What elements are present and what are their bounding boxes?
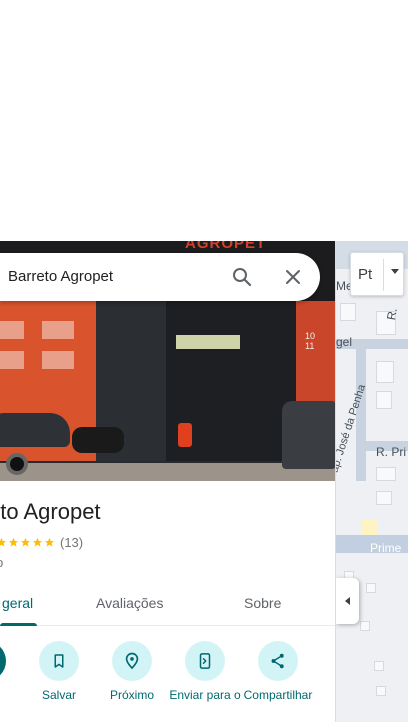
- map-building: [374, 661, 384, 671]
- action-circle: [185, 641, 225, 681]
- map-label: R. Pri: [376, 445, 406, 459]
- photo-object: [178, 423, 192, 447]
- action-circle: [258, 641, 298, 681]
- photo-truck: [282, 401, 335, 469]
- search-input[interactable]: Barreto Agropet: [8, 268, 113, 285]
- map-building: [376, 361, 394, 383]
- action-label: Próximo: [109, 688, 154, 702]
- chevron-down-icon[interactable]: [391, 269, 399, 274]
- place-panel: AGROPET 1011 Barreto Agropet to Agropet …: [0, 241, 336, 722]
- photo-motorcycle: [72, 427, 124, 453]
- layer-button-label: Pt: [358, 265, 373, 283]
- tab-reviews[interactable]: Avaliações: [96, 595, 163, 611]
- photo-wheel: [6, 453, 28, 475]
- save-button[interactable]: Salvar: [22, 641, 96, 703]
- star-icon: [0, 537, 7, 547]
- tab-indicator: [0, 623, 37, 626]
- bookmark-icon: [54, 654, 64, 668]
- photo-car: [0, 413, 70, 447]
- action-circle: [39, 641, 79, 681]
- divider: [383, 259, 384, 291]
- map-canvas[interactable]: Me R. gel R. Cap. José da Penha R. Pri P…: [336, 241, 408, 722]
- rating-row[interactable]: (13): [0, 534, 83, 550]
- app-root: Me R. gel R. Cap. José da Penha R. Pri P…: [0, 0, 408, 722]
- place-tabs: geral Avaliações Sobre: [0, 578, 335, 626]
- map-street-label: Prime: [370, 541, 402, 555]
- share-button[interactable]: Compartilhar: [241, 641, 315, 703]
- photo-light: [176, 335, 240, 349]
- photo-window: [42, 321, 74, 339]
- star-icon: [20, 537, 31, 547]
- photo-window: [0, 321, 24, 339]
- review-count[interactable]: (13): [60, 535, 83, 550]
- search-icon[interactable]: [230, 265, 254, 289]
- share-icon: [271, 653, 284, 669]
- star-icon: [32, 537, 43, 547]
- action-label: Salvar: [41, 688, 76, 702]
- collapse-panel-button[interactable]: [336, 578, 359, 624]
- map-building: [376, 491, 392, 505]
- map-building: [376, 686, 386, 696]
- store-sign: AGROPET: [185, 241, 267, 252]
- place-category[interactable]: p: [0, 555, 3, 570]
- map-building: [340, 303, 356, 321]
- map-building: [366, 583, 376, 593]
- star-icon: [44, 537, 55, 547]
- nearby-icon: [125, 652, 139, 670]
- map-label: gel: [336, 335, 353, 349]
- map-building: [376, 467, 396, 481]
- map-area: [362, 519, 378, 535]
- chevron-left-icon: [345, 597, 350, 605]
- action-label: s: [0, 688, 23, 703]
- tab-about[interactable]: Sobre: [244, 595, 281, 611]
- building-number: 1011: [305, 331, 316, 351]
- map-building: [360, 621, 370, 631]
- photo-window: [0, 351, 24, 369]
- send-to-phone-button[interactable]: Enviar para o: [168, 641, 242, 703]
- map-layer-button[interactable]: Pt: [350, 252, 404, 296]
- action-label: Compartilhar: [243, 688, 313, 702]
- search-bar[interactable]: Barreto Agropet: [0, 253, 320, 301]
- action-label: Enviar para o: [169, 688, 241, 702]
- directions-button[interactable]: s: [0, 641, 23, 703]
- map-label: R.: [384, 306, 400, 322]
- send-to-phone-icon: [199, 653, 211, 669]
- directions-icon: [0, 641, 6, 681]
- close-icon[interactable]: [281, 265, 305, 289]
- photo-window: [42, 351, 74, 369]
- star-icon: [8, 537, 19, 547]
- tab-overview[interactable]: geral: [2, 595, 33, 611]
- nearby-button[interactable]: Próximo: [95, 641, 169, 703]
- place-title: eto Agropet: [0, 499, 101, 524]
- map-building: [376, 391, 392, 409]
- action-circle: [112, 641, 152, 681]
